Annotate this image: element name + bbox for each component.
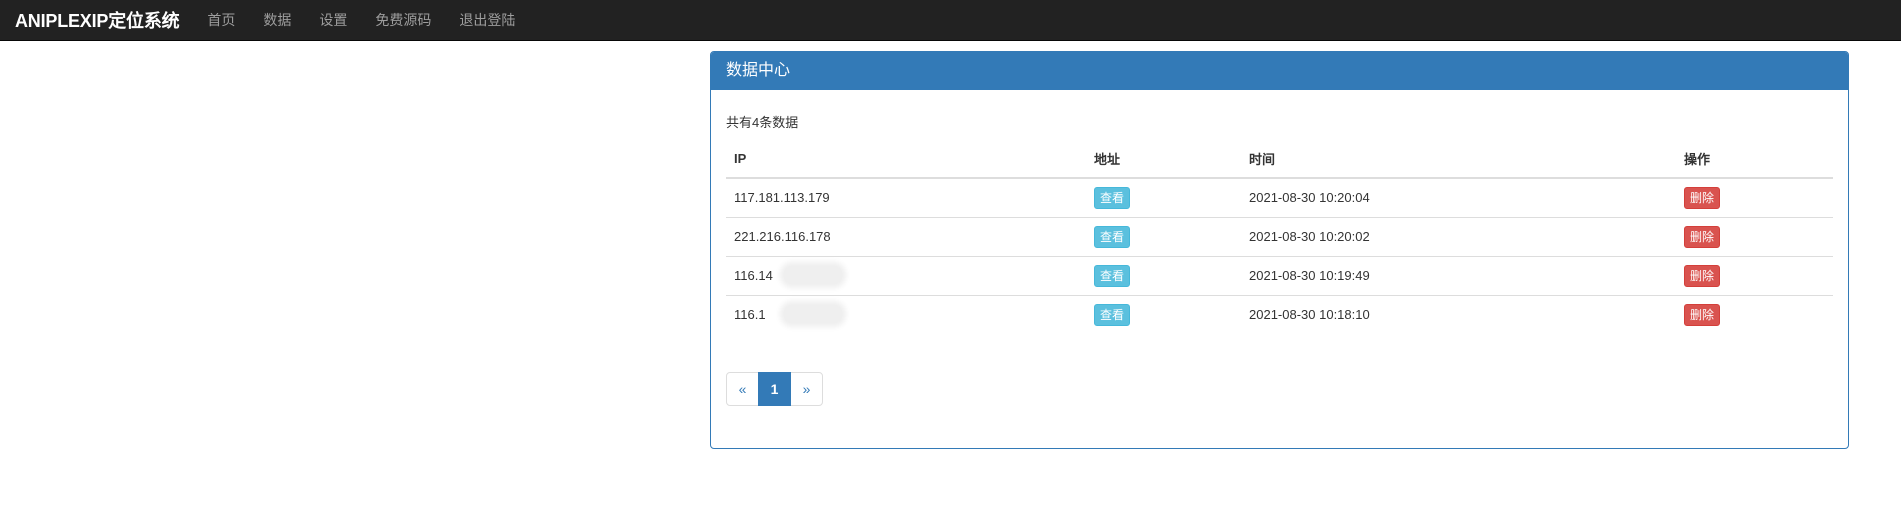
record-count: 共有4条数据: [726, 115, 799, 130]
column-header-action: 操作: [1676, 140, 1833, 179]
cell-action: 删除: [1676, 216, 1833, 256]
table-row: 116.14 查看 2021-08-30 10:19:49 删除: [726, 255, 1833, 295]
view-button[interactable]: 查看: [1094, 186, 1131, 209]
ip-redaction-blur: [784, 305, 842, 324]
cell-time: 2021-08-30 10:18:10: [1241, 294, 1676, 334]
nav-link-settings[interactable]: 设置: [305, 0, 361, 41]
data-center-panel: 数据中心 共有4条数据 IP 地址 时间 操作 117.181.113.179 …: [710, 51, 1849, 449]
column-header-address: 地址: [1086, 140, 1241, 179]
ip-data-table: IP 地址 时间 操作 117.181.113.179 查看 2021-08-3…: [726, 140, 1833, 334]
cell-address: 查看: [1086, 178, 1241, 217]
nav-link-free-source[interactable]: 免费源码: [361, 0, 445, 41]
delete-button[interactable]: 删除: [1684, 186, 1721, 209]
nav-link-logout[interactable]: 退出登陆: [445, 0, 529, 41]
brand-title[interactable]: ANIPLEXIP定位系统: [15, 7, 180, 33]
delete-button[interactable]: 删除: [1684, 264, 1721, 287]
nav-link-home[interactable]: 首页: [193, 0, 249, 41]
view-button[interactable]: 查看: [1094, 303, 1131, 326]
pagination-next-button[interactable]: »: [790, 372, 823, 406]
cell-ip: 221.216.116.178: [726, 216, 1086, 256]
cell-ip: 116.14: [726, 255, 1086, 295]
table-row: 221.216.116.178 查看 2021-08-30 10:20:02 删…: [726, 216, 1833, 256]
cell-ip: 117.181.113.179: [734, 190, 830, 206]
view-button[interactable]: 查看: [1094, 225, 1131, 248]
cell-action: 删除: [1676, 178, 1833, 217]
panel-title: 数据中心: [711, 52, 1848, 90]
nav-menu: 首页 数据 设置 免费源码 退出登陆: [193, 0, 529, 41]
table-header-row: IP 地址 时间 操作: [726, 140, 1833, 179]
pagination-prev-button[interactable]: «: [726, 372, 759, 406]
column-header-time: 时间: [1241, 140, 1676, 179]
cell-ip: 116.1: [726, 294, 1086, 334]
table-row: 116.1 查看 2021-08-30 10:18:10 删除: [726, 294, 1833, 334]
ip-visible-part: 116.14: [734, 268, 773, 283]
nav-link-data[interactable]: 数据: [249, 0, 305, 41]
cell-time: 2021-08-30 10:20:02: [1241, 216, 1676, 256]
column-header-ip: IP: [726, 140, 1086, 179]
pagination-page-current[interactable]: 1: [758, 372, 791, 406]
delete-button[interactable]: 删除: [1684, 303, 1721, 326]
delete-button[interactable]: 删除: [1684, 225, 1721, 248]
table-row: 117.181.113.179 查看 2021-08-30 10:20:04 删…: [726, 178, 1833, 217]
cell-address: 查看: [1086, 216, 1241, 256]
pagination: « 1 »: [726, 372, 823, 406]
cell-address: 查看: [1086, 294, 1241, 334]
view-button[interactable]: 查看: [1094, 264, 1131, 287]
masked-ip: 116.1: [734, 305, 842, 324]
masked-ip: 116.14: [734, 266, 842, 284]
ip-visible-part: 116.1: [734, 307, 766, 323]
cell-action: 删除: [1676, 255, 1833, 295]
cell-time: 2021-08-30 10:20:04: [1249, 190, 1370, 206]
ip-redaction-blur: [784, 266, 842, 284]
cell-action: 删除: [1676, 294, 1833, 334]
cell-address: 查看: [1086, 255, 1241, 295]
top-navbar: ANIPLEXIP定位系统 首页 数据 设置 免费源码 退出登陆: [0, 0, 1901, 41]
cell-time: 2021-08-30 10:19:49: [1241, 255, 1676, 295]
